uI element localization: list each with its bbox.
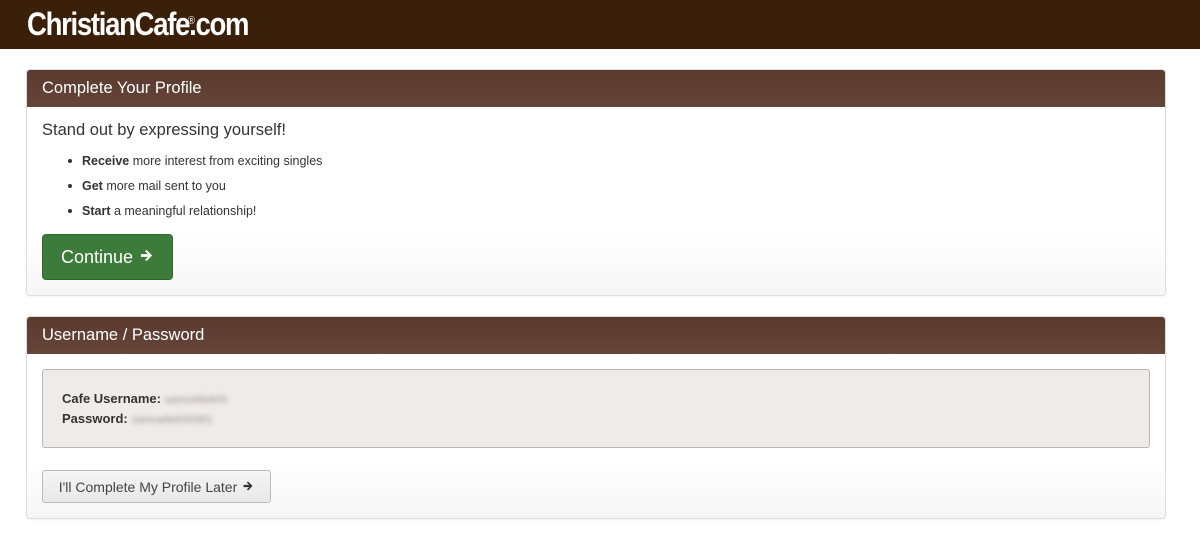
list-item: Get more mail sent to you — [67, 178, 322, 203]
arrow-right-icon — [242, 479, 254, 495]
panel-title: Complete Your Profile — [27, 70, 1165, 107]
bullet-text: a meaningful relationship! — [110, 204, 257, 218]
site-logo[interactable]: ChristianCafe.com ® — [27, 4, 250, 44]
complete-profile-panel: Complete Your Profile Stand out by expre… — [26, 69, 1166, 296]
bullet-bold: Receive — [82, 154, 130, 168]
arrow-right-icon — [139, 247, 154, 268]
complete-later-label: I'll Complete My Profile Later — [58, 478, 238, 495]
complete-later-button[interactable]: I'll Complete My Profile Later — [42, 470, 271, 503]
registered-mark: ® — [187, 15, 195, 27]
username-row: Cafe Username: samuelle845 — [62, 389, 1130, 409]
bullet-text: more mail sent to you — [102, 179, 226, 193]
bullet-bold: Get — [82, 179, 103, 193]
password-label: Password: — [62, 411, 128, 426]
username-label: Cafe Username: — [62, 391, 161, 406]
list-item: Receive more interest from exciting sing… — [67, 153, 323, 178]
benefits-list: Receive more interest from exciting sing… — [67, 153, 323, 228]
continue-label: Continue — [60, 246, 134, 267]
logo-text: ChristianCafe.com — [27, 6, 250, 42]
continue-button[interactable]: Continue — [42, 234, 173, 280]
list-item: Start a meaningful relationship! — [67, 203, 322, 228]
bullet-text: more interest from exciting singles — [129, 154, 323, 168]
username-value: samuelle845 — [165, 394, 228, 406]
bullet-bold: Start — [82, 204, 111, 218]
tagline: Stand out by expressing yourself! — [42, 121, 286, 139]
password-row: Password: samuelle845981 — [62, 409, 1130, 429]
username-password-panel: Username / Password Cafe Username: samuel… — [26, 316, 1166, 519]
panel-title: Username / Password — [27, 317, 1165, 354]
password-value: samuelle845981 — [131, 414, 213, 426]
top-bar: ChristianCafe.com ® — [0, 0, 1200, 49]
credentials-box: Cafe Username: samuelle845 Password: samue… — [42, 369, 1150, 448]
